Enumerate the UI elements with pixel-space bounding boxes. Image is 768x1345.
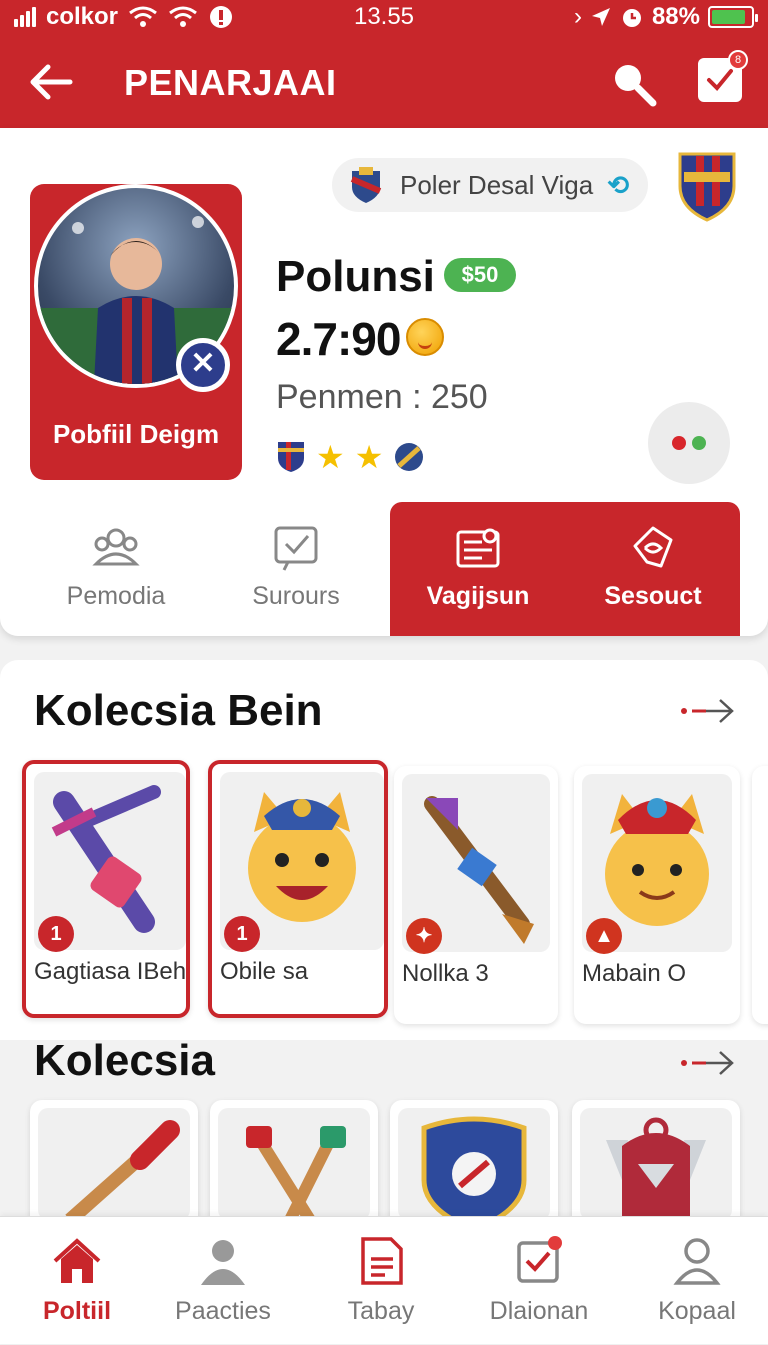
tab-surours[interactable]: Surours bbox=[202, 502, 390, 636]
item-name: Gagtiasa IBeh bbox=[34, 958, 187, 985]
notification-badge: 8 bbox=[728, 50, 748, 70]
shield-item-icon bbox=[398, 1108, 550, 1220]
dual-bats-icon bbox=[218, 1108, 370, 1220]
section-title: Kolecsia bbox=[34, 1036, 215, 1085]
star-icon: ★ bbox=[354, 439, 384, 475]
nav-dlaionan[interactable]: Dlaionan bbox=[462, 1217, 616, 1345]
achievement-row: ★ ★ bbox=[276, 438, 425, 476]
league-crest-icon bbox=[350, 167, 382, 203]
app-header: PENARJAAI 8 bbox=[0, 34, 768, 130]
notifications-button[interactable]: 8 bbox=[698, 50, 748, 102]
profile-tabs: Pemodia Surours Vagijsun Sesouct bbox=[30, 502, 740, 636]
shield-icon bbox=[395, 443, 424, 471]
helmet-item-icon bbox=[580, 1108, 732, 1220]
bat-item-icon bbox=[38, 1108, 190, 1220]
tab-vagijsun[interactable]: Vagijsun bbox=[390, 502, 566, 636]
battery-percent: 88% bbox=[651, 3, 700, 30]
collection-item[interactable]: 1 Gagtiasa IBeh bbox=[22, 760, 190, 1018]
collection-item[interactable]: 1 Obile sa bbox=[208, 760, 388, 1018]
chevron-right-icon: › bbox=[573, 3, 582, 30]
avatar-label: Pobfiil Deigm bbox=[52, 419, 220, 449]
star-icon: ★ bbox=[316, 439, 345, 475]
nav-label: Dlaionan bbox=[489, 1297, 589, 1325]
gift-tag-icon bbox=[633, 526, 673, 568]
item-name: Mabain O bbox=[582, 960, 687, 987]
tab-label: Sesouct bbox=[604, 582, 702, 610]
club-crest-icon bbox=[278, 442, 304, 472]
club-shield-icon bbox=[678, 152, 736, 222]
collection-item[interactable]: ▲ Mabain O bbox=[574, 766, 740, 1024]
nav-label: Kopaal bbox=[658, 1297, 736, 1325]
refresh-icon: ⟲ bbox=[607, 169, 629, 200]
message-check-icon bbox=[274, 526, 318, 571]
person-filled-icon bbox=[201, 1240, 245, 1285]
team-icon bbox=[92, 528, 140, 566]
collection-item[interactable] bbox=[572, 1100, 740, 1220]
item-count-badge: 1 bbox=[38, 916, 74, 952]
person-outline-icon bbox=[673, 1238, 721, 1285]
bottom-navigation: Poltiil Paacties Tabay Dlaionan Kopaal bbox=[0, 1216, 768, 1344]
nav-poltiil[interactable]: Poltiil bbox=[0, 1217, 154, 1345]
collection-section-2: Kolecsia bbox=[0, 1030, 768, 1220]
tab-sesouct[interactable]: Sesouct bbox=[566, 502, 740, 636]
status-bar: colkor 13.55 › 88% bbox=[0, 0, 768, 34]
tab-label: Vagijsun bbox=[426, 582, 530, 610]
document-icon bbox=[361, 1237, 403, 1285]
checklist-icon bbox=[517, 1236, 562, 1283]
remove-avatar-button[interactable]: ✕ bbox=[176, 338, 230, 392]
nav-kopaal[interactable]: Kopaal bbox=[620, 1217, 768, 1345]
collection-item[interactable] bbox=[210, 1100, 378, 1220]
player-name: Polunsi bbox=[276, 252, 435, 301]
collection-item[interactable] bbox=[30, 1100, 198, 1220]
currency-badge: $50 bbox=[444, 258, 516, 292]
nav-tabay[interactable]: Tabay bbox=[304, 1217, 458, 1345]
search-icon[interactable] bbox=[608, 58, 658, 108]
profile-card: Poler Desal Viga ⟲ ✕ Pobfiil Deigm Polun… bbox=[0, 128, 768, 636]
green-dot-icon bbox=[692, 436, 706, 450]
nav-paacties[interactable]: Paacties bbox=[146, 1217, 300, 1345]
tab-label: Pemodia bbox=[66, 582, 166, 610]
item-flame-badge: ✦ bbox=[406, 918, 442, 954]
nav-label: Poltiil bbox=[42, 1297, 112, 1325]
league-selector[interactable]: Poler Desal Viga ⟲ bbox=[332, 158, 648, 212]
back-arrow-icon[interactable] bbox=[26, 56, 78, 108]
section-title: Kolecsia Bein bbox=[34, 686, 323, 735]
player-power: Penmen : 250 bbox=[276, 378, 488, 416]
alarm-icon bbox=[622, 9, 641, 27]
tab-pemodia[interactable]: Pemodia bbox=[30, 502, 202, 636]
item-count-badge: 1 bbox=[224, 916, 260, 952]
red-dot-icon bbox=[672, 436, 686, 450]
coin-icon bbox=[406, 318, 444, 356]
location-arrow-icon bbox=[591, 8, 610, 26]
tab-label: Surours bbox=[252, 582, 340, 610]
collection-item[interactable] bbox=[390, 1100, 558, 1220]
avatar-card[interactable]: ✕ Pobfiil Deigm bbox=[30, 184, 242, 480]
item-name: Nollka 3 bbox=[402, 960, 489, 987]
player-score: 2.7:90 bbox=[276, 313, 401, 365]
nav-label: Paacties bbox=[175, 1297, 271, 1325]
see-all-arrow-icon[interactable] bbox=[680, 696, 736, 726]
home-icon bbox=[53, 1238, 101, 1283]
more-options-button[interactable] bbox=[648, 402, 730, 484]
collection-item[interactable]: ✦ Nollka 3 bbox=[394, 766, 558, 1024]
see-all-arrow-icon[interactable] bbox=[680, 1048, 736, 1078]
collection-section: Kolecsia Bein 1 Gagtiasa IBeh 1 Obile sa… bbox=[0, 660, 768, 1040]
item-name: Obile sa bbox=[220, 958, 309, 985]
league-name: Poler Desal Viga bbox=[400, 169, 594, 200]
collection-item-peek[interactable] bbox=[752, 766, 768, 1024]
battery-icon bbox=[708, 6, 758, 28]
page-title: PENARJAAI bbox=[124, 62, 337, 103]
item-flame-badge: ▲ bbox=[586, 918, 622, 954]
id-card-icon bbox=[456, 528, 500, 568]
nav-label: Tabay bbox=[347, 1297, 415, 1325]
